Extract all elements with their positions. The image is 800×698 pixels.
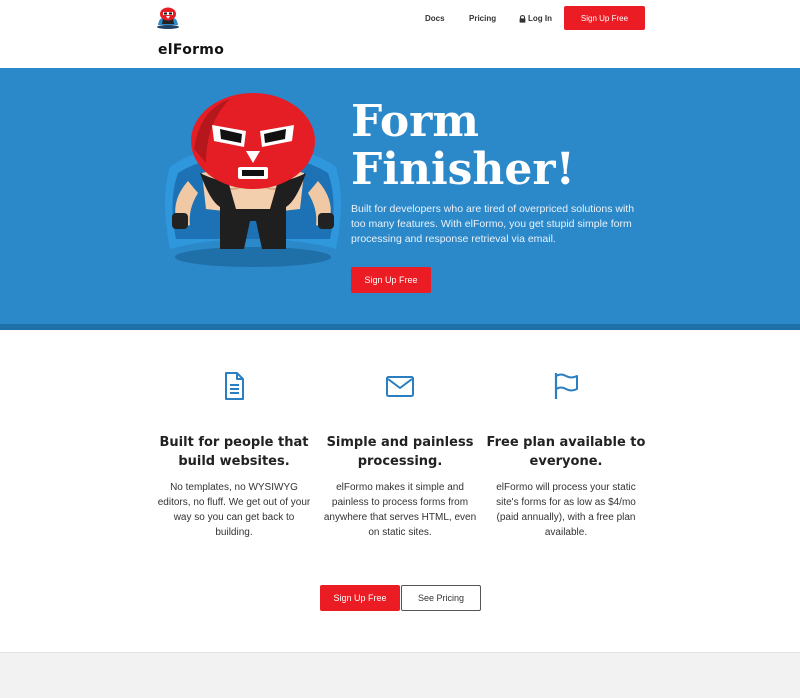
top-navigation: elFormo Docs Pricing Log In Sign Up Free [0, 0, 800, 68]
hero-section: Form Finisher! Built for developers who … [0, 68, 800, 330]
luchador-mask-logo-icon[interactable] [155, 7, 181, 29]
envelope-icon [386, 376, 414, 397]
hero-title: Form Finisher! [351, 98, 631, 194]
feature-description: elFormo will process your static site's … [496, 482, 636, 538]
hero-description: Built for developers who are tired of ov… [351, 203, 635, 245]
luchador-mascot-illustration [165, 93, 341, 267]
flag-icon [554, 373, 578, 399]
hero-signup-button[interactable]: Sign Up Free [351, 267, 431, 293]
feature-title: Simple and painless processing. [326, 435, 474, 469]
nav-link-login[interactable]: Log In [519, 14, 552, 23]
hero-title-line-2: Finisher! [351, 144, 575, 195]
nav-signup-button[interactable]: Sign Up Free [564, 6, 645, 30]
feature-description: elFormo makes it simple and painless to … [323, 482, 477, 538]
brand-name[interactable]: elFormo [158, 42, 224, 58]
document-icon [225, 372, 244, 400]
footer [0, 652, 800, 698]
feature-title: Free plan available to everyone. [486, 435, 646, 469]
nav-link-pricing[interactable]: Pricing [469, 14, 496, 23]
see-pricing-button[interactable]: See Pricing [401, 585, 481, 611]
nav-login-label: Log In [528, 14, 552, 23]
nav-link-docs[interactable]: Docs [425, 14, 445, 23]
feature-description: No templates, no WYSIWYG editors, no flu… [157, 482, 311, 538]
hero-title-line-1: Form [351, 96, 479, 147]
cta-signup-button[interactable]: Sign Up Free [320, 585, 400, 611]
features-section: Built for people that build websites. No… [0, 330, 800, 652]
feature-title: Built for people that build websites. [159, 435, 309, 469]
lock-icon [519, 14, 526, 23]
